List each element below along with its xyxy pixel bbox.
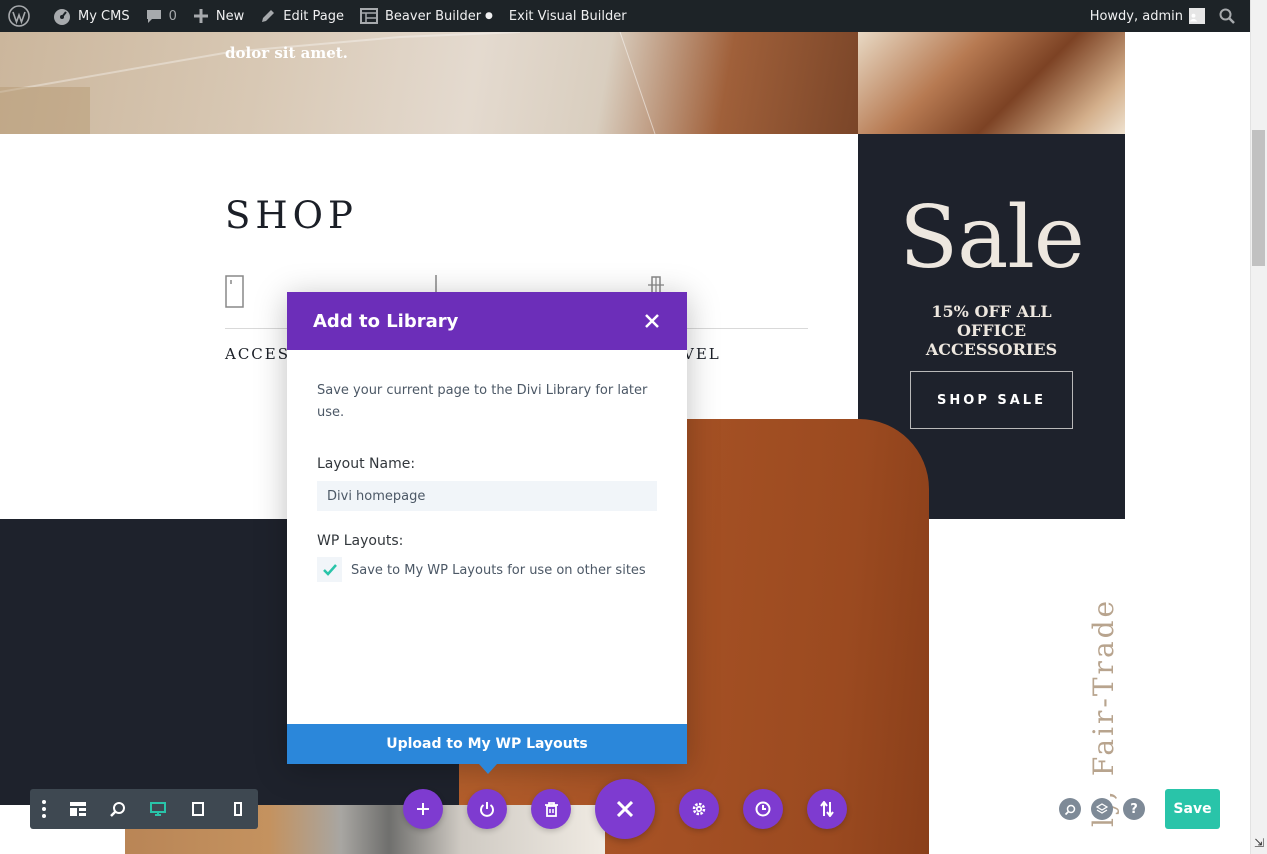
avatar (1189, 8, 1205, 24)
zoom-icon (110, 802, 125, 817)
search-icon (1219, 8, 1235, 24)
edit-page-link[interactable]: Edit Page (252, 0, 352, 32)
modal-description: Save your current page to the Divi Libra… (317, 383, 648, 420)
question-mark-icon: ? (1130, 801, 1138, 817)
shop-sale-button[interactable]: SHOP SALE (910, 371, 1073, 429)
layout-name-input[interactable] (317, 481, 657, 511)
layout-name-label: Layout Name: (317, 456, 416, 472)
gear-icon (692, 802, 706, 816)
shop-category-accessories[interactable]: ACCES (225, 345, 290, 363)
howdy-label: Howdy, admin (1089, 8, 1183, 24)
wordpress-icon (8, 5, 30, 27)
hero-image (0, 32, 858, 134)
layout-table-icon (360, 8, 379, 24)
history-button[interactable] (743, 789, 783, 829)
pencil-icon (262, 10, 275, 22)
new-content-link[interactable]: New (185, 0, 252, 32)
layers-icon (1096, 803, 1108, 814)
beaver-builder-link[interactable]: Beaver Builder ● (352, 0, 501, 32)
clock-icon (755, 801, 771, 817)
exit-visual-builder-label: Exit Visual Builder (508, 8, 627, 24)
wp-layouts-label: WP Layouts: (317, 533, 404, 549)
shop-heading: SHOP (225, 194, 358, 237)
page-settings-button[interactable] (679, 789, 719, 829)
phone-outline-icon (225, 275, 244, 308)
hero-text: dolor sit amet. (225, 44, 348, 62)
save-button[interactable]: Save (1165, 789, 1220, 829)
phone-view-button[interactable] (218, 789, 258, 829)
new-label: New (215, 8, 245, 24)
help-button[interactable]: ? (1123, 798, 1145, 820)
my-account-link[interactable]: Howdy, admin (1082, 0, 1211, 32)
save-to-wp-layouts-checkbox[interactable] (317, 557, 342, 582)
more-vertical-icon (42, 800, 46, 818)
page-scrollbar[interactable] (1250, 0, 1267, 854)
exit-visual-builder-link[interactable]: Exit Visual Builder (501, 0, 635, 32)
resize-arrows-icon[interactable]: ⇲ (1254, 836, 1266, 850)
builder-view-toolbar (30, 789, 258, 829)
find-replace-button[interactable] (1059, 798, 1081, 820)
trash-icon (544, 801, 558, 817)
plus-icon (193, 9, 208, 23)
phone-icon (234, 802, 242, 816)
admin-search-button[interactable] (1211, 0, 1250, 32)
close-icon[interactable] (643, 312, 661, 330)
add-to-library-modal: Add to Library Save your current page to… (287, 292, 687, 764)
admin-bar: My CMS 0 New Edit Page Beaver Builder ● … (0, 0, 1250, 32)
modal-title: Add to Library (313, 310, 459, 332)
search-icon (1064, 804, 1075, 815)
site-name-link[interactable]: My CMS (45, 0, 138, 32)
shop-category-travel[interactable]: VEL (683, 345, 721, 363)
upload-to-wp-layouts-button[interactable]: Upload to My WP Layouts (287, 724, 687, 764)
sale-heading: Sale (899, 188, 1085, 288)
close-icon (617, 801, 633, 817)
sort-button[interactable] (807, 789, 847, 829)
checkbox-label: Save to My WP Layouts for use on other s… (351, 563, 646, 578)
dashboard-gauge-icon (54, 9, 70, 25)
tablet-view-button[interactable] (178, 789, 218, 829)
clear-layout-button[interactable] (531, 789, 571, 829)
status-dot-icon: ● (485, 11, 493, 21)
user-silhouette-icon (1189, 13, 1198, 22)
sort-arrows-icon (820, 801, 834, 817)
comment-bubble-icon (146, 10, 161, 23)
upload-button-arrow (479, 764, 497, 774)
modal-header: Add to Library (287, 292, 687, 350)
layout-icon (70, 802, 86, 816)
admin-bar-right: Howdy, admin (1082, 0, 1250, 32)
zoom-view-button[interactable] (98, 789, 138, 829)
hero-texture (0, 32, 656, 134)
power-icon (480, 802, 494, 817)
builder-menu-button[interactable] (30, 789, 58, 829)
comments-count: 0 (168, 8, 177, 24)
sale-subtitle: 15% OFF ALL OFFICE ACCESSORIES (925, 302, 1058, 359)
plus-icon (417, 803, 429, 815)
portability-button[interactable] (467, 789, 507, 829)
edit-page-label: Edit Page (283, 8, 345, 24)
wordpress-logo-button[interactable] (0, 0, 45, 32)
wireframe-view-button[interactable] (58, 789, 98, 829)
layers-button[interactable] (1091, 798, 1113, 820)
site-name-label: My CMS (78, 8, 130, 24)
beaver-builder-label: Beaver Builder (385, 8, 482, 24)
comments-link[interactable]: 0 (138, 0, 185, 32)
desktop-view-button[interactable] (138, 789, 178, 829)
desktop-icon (150, 802, 166, 816)
add-section-button[interactable] (403, 789, 443, 829)
checkmark-icon (322, 563, 337, 576)
close-settings-button[interactable] (595, 779, 655, 839)
scrollbar-thumb[interactable] (1252, 130, 1265, 266)
tablet-icon (192, 802, 204, 816)
leather-image (858, 32, 1125, 134)
